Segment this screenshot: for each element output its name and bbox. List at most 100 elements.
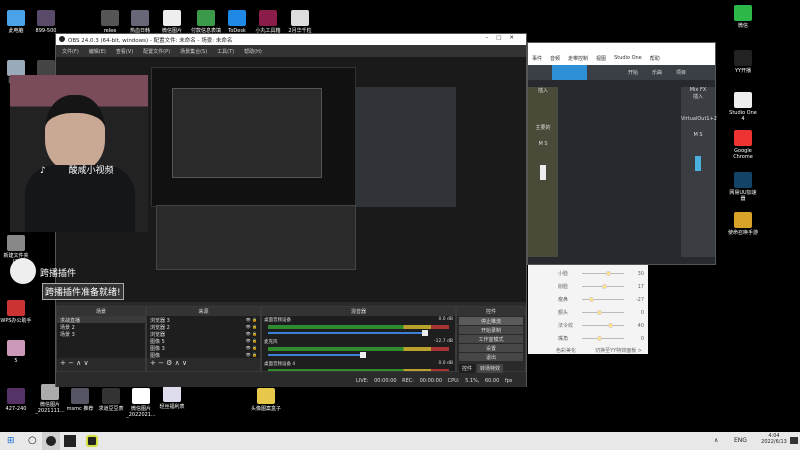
scene-toolbar[interactable]: + − ∧ ∨	[57, 358, 145, 368]
desktop-icon[interactable]: Studio One 4	[727, 92, 759, 122]
color-beautify-link[interactable]: 色彩美化	[556, 347, 576, 354]
slider-track[interactable]	[582, 271, 624, 276]
studio-one-taskbar-icon[interactable]	[64, 435, 76, 447]
slider-knob[interactable]	[596, 310, 602, 315]
studio-one-window: 事件 音频 走带控制 视图 Studio One 帮助 开始 乐曲 项目 插入 主要的 M…	[527, 42, 717, 265]
scene-item[interactable]: 求战直播	[57, 316, 145, 324]
source-item[interactable]: 浏览器 👁 🔒	[147, 330, 260, 338]
desktop-icon[interactable]: 微信图片_2021111...	[34, 384, 66, 414]
desktop-icon[interactable]: 5	[0, 340, 32, 364]
desktop-icon[interactable]: YY开播	[727, 50, 759, 74]
source-toolbar[interactable]: + − ⚙ ∧ ∨	[147, 358, 260, 368]
control-button[interactable]: 开始录制	[459, 326, 523, 334]
menu-item[interactable]: 文件(F)	[62, 48, 79, 55]
desktop-icon[interactable]: 微信	[727, 5, 759, 29]
source-item[interactable]: 浏览器 3 👁 🔒	[147, 316, 260, 324]
menu-item[interactable]: 编辑(E)	[89, 48, 106, 55]
volume-slider[interactable]	[268, 352, 366, 358]
mute-solo[interactable]: M S	[528, 141, 558, 147]
desktop-icon[interactable]: 微信图片_2022021...	[125, 388, 157, 418]
slider-track[interactable]	[582, 310, 624, 315]
yy-taskbar-icon[interactable]	[86, 435, 98, 447]
desktop-icon[interactable]: msmc 推荐	[64, 388, 96, 412]
source-item[interactable]: 图像 👁 🔒	[147, 351, 260, 358]
channel-db: 0.0 dB	[438, 317, 453, 322]
menu-item[interactable]: 配置文件(P)	[143, 48, 170, 55]
tray-chevron-icon[interactable]: ∧	[714, 437, 718, 444]
arrow-tool-button[interactable]	[552, 65, 587, 80]
slider-knob[interactable]	[601, 284, 607, 289]
control-button[interactable]: 设置	[459, 344, 523, 352]
menu-item[interactable]: 走带控制	[568, 55, 588, 65]
tab-transitions[interactable]: 转场特效	[477, 364, 504, 373]
clock[interactable]: 4:04 2022/6/13	[760, 433, 788, 445]
slider-knob[interactable]	[588, 297, 594, 302]
desktop-icon[interactable]: 求道豆豆表	[95, 388, 127, 412]
desktop-icon[interactable]: 2月华千粒	[284, 10, 316, 34]
window-controls[interactable]: –□✕	[485, 35, 522, 41]
slider-knob[interactable]	[596, 336, 602, 341]
slider-track[interactable]	[582, 323, 624, 328]
volume-slider[interactable]	[268, 330, 429, 336]
desktop-icon[interactable]: 微信图片	[156, 10, 188, 34]
visibility-lock-icons[interactable]: 👁 🔒	[246, 324, 257, 329]
visibility-lock-icons[interactable]: 👁 🔒	[246, 331, 257, 336]
visibility-lock-icons[interactable]: 👁 🔒	[246, 338, 257, 343]
file-icon	[197, 10, 215, 26]
slider-knob[interactable]	[608, 323, 614, 328]
source-item[interactable]: 图像 5 👁 🔒	[147, 337, 260, 345]
slider-handle[interactable]	[422, 330, 429, 336]
menu-item[interactable]: 视图	[596, 55, 606, 65]
desktop-icon[interactable]: WPS办公助手	[0, 300, 32, 324]
notification-icon[interactable]	[790, 437, 798, 444]
desktop-icon[interactable]: 899-500	[30, 10, 62, 34]
visibility-lock-icons[interactable]: 👁 🔒	[246, 317, 257, 322]
visibility-lock-icons[interactable]: 👁 🔒	[246, 345, 257, 350]
desktop-icon[interactable]: 使命召唤手游	[727, 212, 759, 236]
song-tab[interactable]: 乐曲	[652, 69, 662, 76]
desktop-icon[interactable]: 网易UU加速器	[727, 172, 759, 202]
slider-handle[interactable]	[359, 352, 366, 358]
language-indicator[interactable]: ENG	[734, 437, 747, 444]
desktop-icon[interactable]: ToDesk	[221, 10, 253, 34]
desktop-icon[interactable]: 头像图案盒子	[250, 388, 282, 412]
menu-item[interactable]: 帮助	[650, 55, 660, 65]
obs-taskbar-icon[interactable]	[42, 432, 60, 450]
project-tab[interactable]: 项目	[676, 69, 686, 76]
desktop-icon[interactable]: 小丸工具箱	[252, 10, 284, 34]
slider-track[interactable]	[582, 336, 624, 341]
menu-item[interactable]: 音频	[550, 55, 560, 65]
slider-knob[interactable]	[605, 271, 611, 276]
desktop-icon[interactable]: 热血日韩	[124, 10, 156, 34]
desktop-icon[interactable]: 轻丝福利表	[156, 386, 188, 410]
tab-controls[interactable]: 控件	[459, 364, 476, 373]
slider-track[interactable]	[582, 284, 624, 289]
desktop-icon[interactable]: 此电脑	[0, 10, 32, 34]
menu-item[interactable]: 工具(T)	[217, 48, 234, 55]
menu-item[interactable]: 帮助(H)	[244, 48, 262, 55]
mute-solo[interactable]: M S	[681, 132, 715, 138]
desktop-icon[interactable]: relee	[94, 10, 126, 34]
desktop-icon[interactable]: 付款信息表填	[190, 10, 222, 34]
windows-start-icon[interactable]: ⊞	[7, 436, 15, 446]
menu-item[interactable]: Studio One	[614, 55, 642, 65]
menu-item[interactable]: 查看(V)	[116, 48, 133, 55]
desktop-icon[interactable]: 427-240	[0, 388, 32, 412]
menu-item[interactable]: 场景集合(S)	[180, 48, 207, 55]
scene-item[interactable]: 场景 3	[57, 330, 145, 338]
switch-yy-effects-link[interactable]: 切换至YY特效面板 >	[595, 347, 642, 354]
volume-fader[interactable]	[540, 165, 546, 180]
start-tab[interactable]: 开始	[628, 69, 638, 76]
control-button[interactable]: 工作室模式	[459, 335, 523, 343]
slider-track[interactable]	[582, 297, 624, 302]
source-item[interactable]: 图像 3 👁 🔒	[147, 344, 260, 352]
search-circle-icon[interactable]: ○	[28, 435, 37, 446]
control-button[interactable]: 停止推流	[459, 317, 523, 325]
volume-fader[interactable]	[695, 156, 701, 171]
source-item[interactable]: 浏览器 2 👁 🔒	[147, 323, 260, 331]
menu-item[interactable]: 事件	[532, 55, 542, 65]
scene-item[interactable]: 场景 2	[57, 323, 145, 331]
desktop-icon[interactable]: Google Chrome	[727, 130, 759, 160]
control-button[interactable]: 退出	[459, 353, 523, 361]
visibility-lock-icons[interactable]: 👁 🔒	[246, 352, 257, 357]
